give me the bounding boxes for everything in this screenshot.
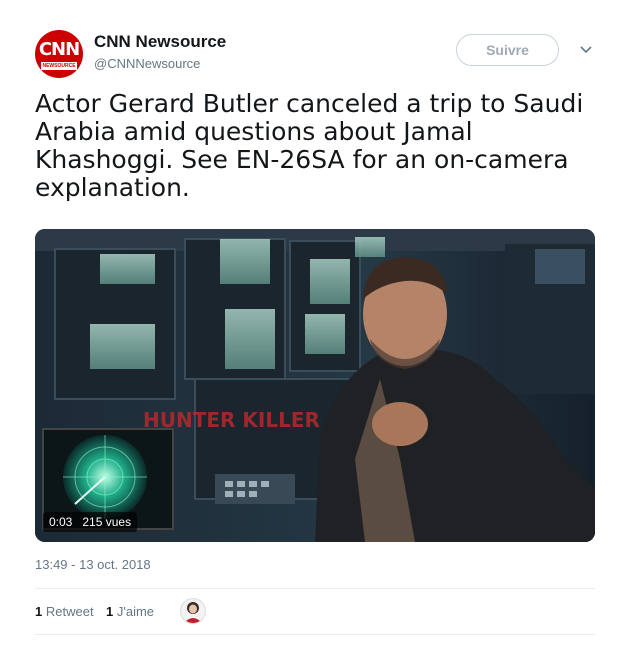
like-label: J'aime	[116, 604, 155, 619]
display-name[interactable]: CNN Newsource	[94, 32, 226, 52]
video-info-badge: 0:03 215 vues	[43, 512, 138, 532]
account-handle[interactable]: @CNNNewsource	[94, 56, 226, 71]
like-count: 1	[106, 604, 114, 619]
retweet-stat[interactable]: 1 Retweet	[35, 604, 94, 619]
retweet-label: Retweet	[45, 604, 94, 619]
account-names[interactable]: CNN Newsource @CNNNewsource	[94, 32, 226, 71]
newsource-logo-text: NEWSOURCE	[41, 62, 77, 70]
follow-button[interactable]: Suivre	[456, 34, 559, 66]
cnn-logo-text: CNN	[38, 39, 80, 60]
user-icon	[181, 599, 205, 623]
tweet-header: CNN NEWSOURCE CNN Newsource @CNNNewsourc…	[35, 28, 601, 80]
video-thumbnail: HUNTER KILLER	[35, 229, 595, 542]
divider	[35, 634, 595, 635]
like-stat[interactable]: 1 J'aime	[106, 604, 154, 619]
video-player[interactable]: HUNTER KILLER 0:03 215 vues	[35, 229, 595, 542]
video-views: 215 vues	[82, 515, 132, 529]
tweet-text: Actor Gerard Butler canceled a trip to S…	[35, 89, 584, 202]
chevron-down-icon[interactable]	[578, 42, 594, 58]
liker-avatar[interactable]	[180, 598, 206, 624]
retweet-count: 1	[35, 604, 43, 619]
tweet-timestamp[interactable]: 13:49 - 13 oct. 2018	[35, 557, 151, 572]
avatar[interactable]: CNN NEWSOURCE	[35, 30, 83, 78]
video-duration: 0:03	[49, 515, 73, 529]
divider	[35, 588, 595, 589]
